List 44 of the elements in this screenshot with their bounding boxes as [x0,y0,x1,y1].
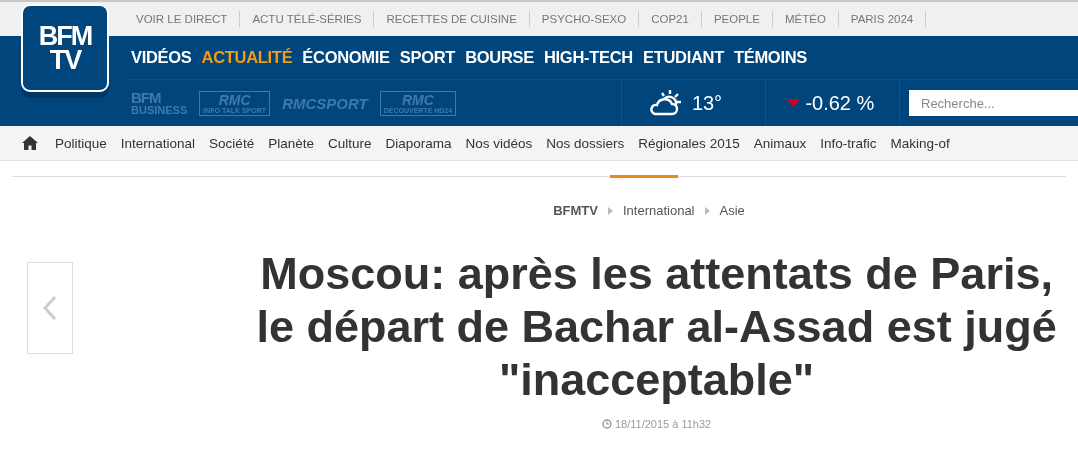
temperature: 13° [691,91,723,115]
category-link[interactable]: Nos vidéos [465,135,533,151]
category-link[interactable]: Culture [327,135,372,151]
nav-item[interactable]: TÉMOINS [733,48,807,67]
clock-icon [601,419,612,429]
down-triangle-icon [786,99,801,107]
category-link[interactable]: Planète [268,135,314,151]
top-link[interactable]: RECETTES DE CUISINE [374,11,530,27]
nav-item[interactable]: VIDÉOS [131,48,192,67]
category-link[interactable]: Nos dossiers [546,135,625,151]
caret-icon [607,206,613,215]
nav-item[interactable]: ÉCONOMIE [302,48,390,67]
publish-date: 18/11/2015 à 11h32 [614,418,712,430]
search-field[interactable]: Recherche... [909,90,1078,116]
home-icon[interactable] [22,136,38,150]
top-link[interactable]: PEOPLE [701,11,773,27]
category-link[interactable]: Régionales 2015 [638,135,740,151]
breadcrumb-link[interactable]: Asie [719,203,745,218]
chevron-left-icon [43,295,58,321]
category-link[interactable]: Diaporama [385,135,452,151]
top-link[interactable]: PARIS 2024 [838,11,927,27]
nav-item[interactable]: ACTUALITÉ [201,48,293,67]
top-link[interactable]: VOIR LE DIRECT [124,11,241,27]
nav-item[interactable]: BOURSE [465,48,534,67]
category-link[interactable]: Info-trafic [820,135,877,151]
top-link[interactable]: COP21 [639,11,702,27]
article-title: Moscou: après les attentats de Paris, le départ de Bachar al-Assad est jugé "inacceptable" [255,247,1058,406]
market-change: -0.62 % [805,91,875,115]
category-link[interactable]: Making-of [890,135,950,151]
category-link[interactable]: International [120,135,196,151]
weather-icon [647,89,682,117]
category-link[interactable]: Animaux [753,135,807,151]
logo[interactable]: BFM TV [21,4,109,92]
top-link[interactable]: ACTU TÉLÉ-SÉRIES [240,11,375,27]
top-link[interactable]: MÉTÉO [772,11,839,27]
category-link[interactable]: Société [209,135,255,151]
breadcrumb-link[interactable]: International [622,203,695,218]
nav-item[interactable]: SPORT [399,48,456,67]
breadcrumb-link[interactable]: BFMTV [553,203,598,218]
category-link[interactable]: Politique [55,135,107,151]
top-link[interactable]: PSYCHO-SEXO [529,11,640,27]
caret-icon [704,206,710,215]
nav-item[interactable]: HIGH-TECH [543,48,633,67]
nav-item[interactable]: ETUDIANT [642,48,724,67]
